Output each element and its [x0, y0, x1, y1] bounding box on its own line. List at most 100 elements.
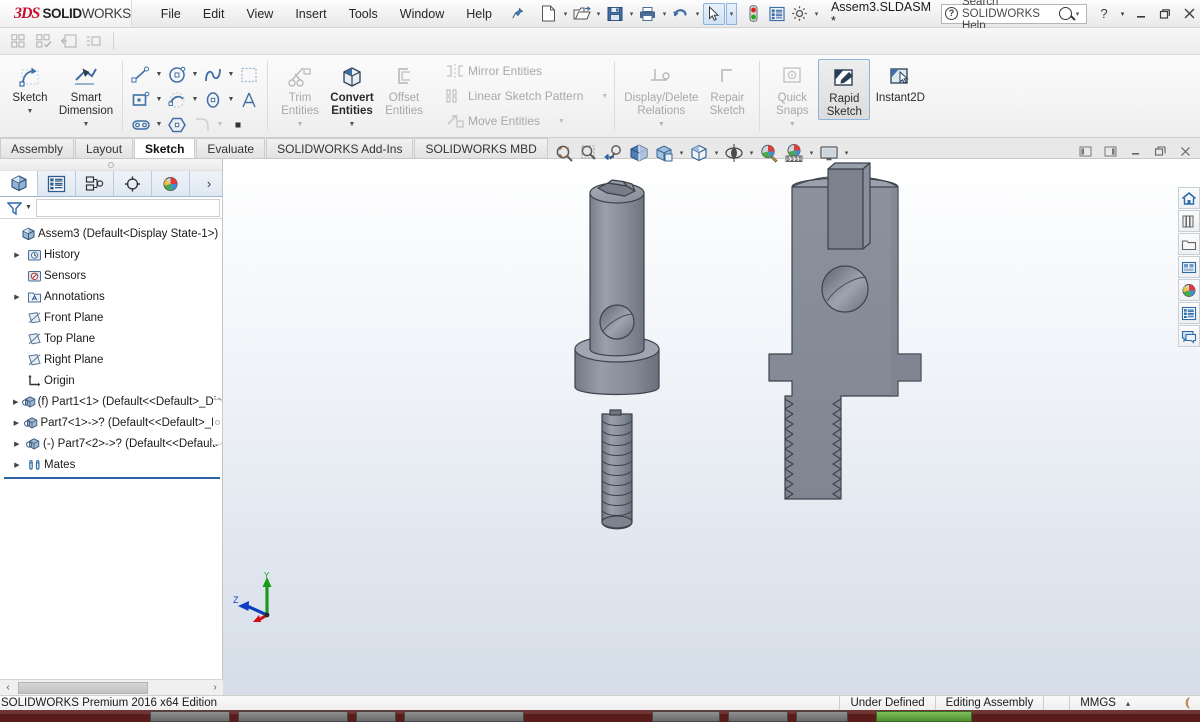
tree-item-origin[interactable]: Origin [2, 370, 222, 391]
print-button[interactable] [637, 3, 659, 25]
save-dropdown[interactable]: ▾ [627, 10, 636, 18]
repair-sketch-button[interactable]: Repair Sketch [701, 59, 753, 118]
zoom-to-fit-button[interactable] [552, 141, 576, 165]
menu-tools[interactable]: Tools [338, 3, 389, 25]
save-button[interactable] [604, 3, 626, 25]
move-entities-item[interactable]: Move Entities ▼ [442, 110, 565, 132]
select-button[interactable] [702, 2, 725, 25]
status-units-arrow[interactable]: ▴ [1126, 699, 1140, 708]
smart-dimension-button[interactable]: Smart Dimension ▼ [56, 59, 116, 128]
apply-scene-dropdown[interactable]: ▾ [807, 149, 816, 157]
linear-sketch-pattern-dropdown[interactable]: ▼ [583, 93, 608, 100]
corner-fillet-dropdown[interactable]: ▼ [215, 121, 225, 128]
new-document-dropdown[interactable]: ▾ [561, 10, 570, 18]
tab-solidworks-add-ins[interactable]: SOLIDWORKS Add-Ins [266, 138, 414, 158]
tree-item-part7-2[interactable]: ▶ (-) Part7<2>->? (Default<<Default> [2, 433, 222, 454]
taskbar-item-5[interactable] [652, 711, 720, 722]
tree-arrow-mates[interactable]: ▶ [10, 461, 24, 469]
help-button[interactable]: ? [1093, 3, 1115, 25]
options-button[interactable] [789, 3, 811, 25]
file-properties-button[interactable] [766, 3, 788, 25]
taskbar-item-6[interactable] [728, 711, 788, 722]
menu-window[interactable]: Window [389, 3, 455, 25]
open-document-dropdown[interactable]: ▾ [594, 10, 603, 18]
tab-evaluate[interactable]: Evaluate [196, 138, 266, 158]
slot-tool-button[interactable] [129, 113, 153, 136]
sketch-dropdown[interactable]: ▼ [27, 108, 34, 115]
ellipse-tool-button[interactable] [201, 88, 225, 111]
new-document-button[interactable] [538, 3, 560, 25]
offset-entities-button[interactable]: Offset Entities [378, 59, 430, 118]
menu-view[interactable]: View [235, 3, 284, 25]
taskbar-item-7[interactable] [796, 711, 848, 722]
rebuild-button[interactable] [743, 3, 765, 25]
point-icon[interactable] [226, 113, 250, 136]
hide-show-items-button[interactable] [722, 141, 746, 165]
model-3d-view[interactable] [223, 159, 1200, 695]
panel-right-icon[interactable] [1099, 141, 1121, 161]
doc-restore-button[interactable] [1149, 141, 1171, 161]
doc-minimize-button[interactable] [1124, 141, 1146, 161]
circle-tool-button[interactable] [165, 63, 189, 86]
quick-snaps-button[interactable]: Quick Snaps ▼ [766, 59, 818, 128]
arc-tool-button[interactable] [165, 88, 189, 111]
help-dropdown[interactable]: ▾ [1117, 3, 1128, 25]
search-dropdown[interactable]: ▾ [1072, 10, 1083, 18]
panel-tab-feature-manager[interactable] [0, 171, 38, 196]
components-check-icon[interactable] [33, 31, 55, 52]
sketch-button[interactable]: Sketch ▼ [4, 59, 56, 115]
options-dropdown[interactable]: ▾ [812, 10, 821, 18]
taskbar-item-active[interactable] [876, 711, 972, 722]
corner-fillet-icon[interactable] [190, 113, 214, 136]
tree-arrow-part7-1[interactable]: ▶ [10, 419, 23, 427]
zoom-to-area-button[interactable] [577, 141, 601, 165]
tab-layout[interactable]: Layout [75, 138, 134, 158]
panel-left-icon[interactable] [1074, 141, 1096, 161]
view-orientation-dropdown[interactable]: ▾ [677, 149, 686, 157]
tree-arrow-part1[interactable]: ▶ [10, 398, 21, 406]
close-icon[interactable] [1178, 3, 1200, 25]
tab-assembly[interactable]: Assembly [0, 138, 75, 158]
circle-tool-dropdown[interactable]: ▼ [190, 71, 200, 78]
scroll-track[interactable] [16, 680, 207, 695]
status-units[interactable]: MMGS [1069, 695, 1126, 711]
custom-properties-icon[interactable] [1178, 302, 1200, 324]
folder-icon[interactable] [1178, 233, 1200, 255]
graphics-viewport[interactable]: Y Z [223, 159, 1200, 695]
tree-item-annotations[interactable]: ▶ Annotations [2, 286, 222, 307]
hide-show-items-dropdown[interactable]: ▾ [747, 149, 756, 157]
section-view-button[interactable] [627, 141, 651, 165]
tree-arrow-history[interactable]: ▶ [10, 251, 24, 259]
tree-arrow-part7-2[interactable]: ▶ [10, 440, 24, 448]
tree-item-part1[interactable]: ▶ (f) Part1<1> (Default<<Default>_Dis [2, 391, 222, 412]
minimize-icon[interactable] [1130, 3, 1152, 25]
tree-item-part7-1[interactable]: ▶ Part7<1>->? (Default<<Default>_Di [2, 412, 222, 433]
taskbar-item-4[interactable] [404, 711, 524, 722]
previous-view-button[interactable] [602, 141, 626, 165]
rectangle-tool-dropdown[interactable]: ▼ [154, 96, 164, 103]
tab-sketch[interactable]: Sketch [134, 138, 196, 158]
polygon-tool-button[interactable] [165, 113, 189, 136]
panel-tab-display-manager[interactable] [152, 171, 190, 196]
panel-tab-configuration-manager[interactable] [76, 171, 114, 196]
menu-edit[interactable]: Edit [192, 3, 236, 25]
scroll-left-arrow[interactable]: ‹ [0, 682, 16, 693]
filter-funnel-icon[interactable] [3, 201, 25, 215]
tree-item-history[interactable]: ▶ History [2, 244, 222, 265]
taskbar-item-1[interactable] [150, 711, 230, 722]
dashed-rect-icon[interactable] [237, 63, 261, 86]
slot-tool-dropdown[interactable]: ▼ [154, 121, 164, 128]
explode-view-icon[interactable] [83, 31, 105, 52]
view-palette-icon[interactable] [1178, 256, 1200, 278]
edit-appearance-button[interactable] [757, 141, 781, 165]
open-document-button[interactable] [571, 3, 593, 25]
quick-snaps-dropdown[interactable]: ▼ [789, 121, 796, 128]
menu-insert[interactable]: Insert [284, 3, 337, 25]
pushpin-icon[interactable] [511, 7, 524, 20]
rapid-sketch-button[interactable]: Rapid Sketch [818, 59, 871, 120]
tree-item-top-plane[interactable]: Top Plane [2, 328, 222, 349]
apply-scene-button[interactable] [782, 141, 806, 165]
filter-dropdown[interactable]: ▼ [25, 204, 34, 211]
tangent-edge-icon[interactable] [1140, 696, 1200, 711]
tree-item-sensors[interactable]: Sensors [2, 265, 222, 286]
